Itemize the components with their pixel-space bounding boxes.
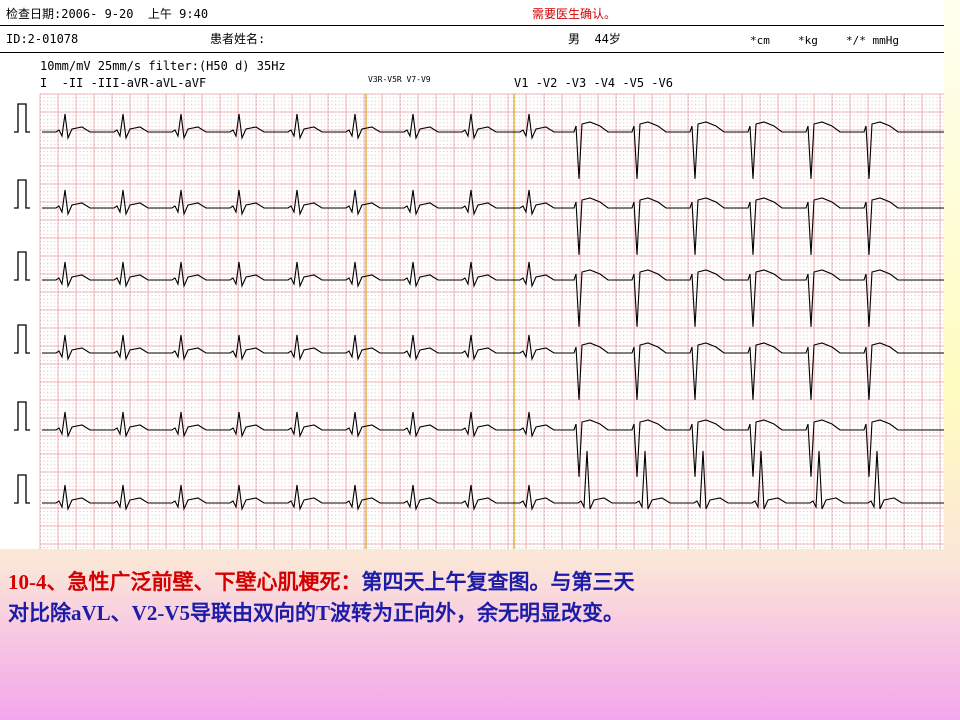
caption-line-2: 对比除aVL、V2-V5导联由双向的T波转为正向外，余无明显改变。 (8, 601, 625, 625)
calibration-pulse-row-1 (14, 103, 30, 133)
calibration-pulse-row-4 (14, 324, 30, 354)
chest-leads-label: V1 -V2 -V3 -V4 -V5 -V6 (514, 76, 673, 90)
limb-leads-label: I -II -III-aVR-aVL-aVF (40, 76, 207, 90)
confirm-notice: 需要医生确认。 (532, 7, 617, 21)
calibration-pulse-row-2 (14, 179, 30, 209)
calibration-pulse-row-3 (14, 251, 30, 281)
ecg-grid-lines (39, 93, 944, 549)
exam-date: 检查日期:2006- 9-20 上午 9:40 (6, 7, 209, 21)
patient-name-label: 患者姓名: (210, 32, 266, 46)
caption-description-start: 第四天上午复查图。与第三天 (361, 570, 635, 594)
caption-diagnosis: 10-4、急性广泛前壁、下壁心肌梗死： (8, 570, 362, 594)
calibration-pulse-row-6 (14, 474, 30, 504)
right-leads-label: V3R-V5R V7-V9 (368, 75, 431, 84)
header-divider-top (0, 25, 944, 26)
recording-settings: 10mm/mV 25mm/s filter:(H50 d) 35Hz (40, 59, 286, 73)
ecg-grid-dots (40, 93, 944, 549)
blood-pressure-value: */* mmHg (846, 34, 899, 47)
caption-line-1: 10-4、急性广泛前壁、下壁心肌梗死：第四天上午复查图。与第三天 (8, 567, 635, 597)
header-divider-bottom (0, 52, 944, 53)
height-value: *cm (750, 34, 770, 47)
calibration-pulse-row-5 (14, 401, 30, 431)
ecg-trace-row-1 (42, 113, 944, 179)
weight-value: *kg (798, 34, 818, 47)
patient-id: ID:2-01078 (6, 32, 79, 46)
sex-age: 男 44岁 (568, 32, 621, 46)
ecg-sheet: 检查日期:2006- 9-20 上午 9:40 需要医生确认。 ID:2-010… (0, 0, 944, 549)
ecg-trace-row-6 (42, 450, 944, 512)
